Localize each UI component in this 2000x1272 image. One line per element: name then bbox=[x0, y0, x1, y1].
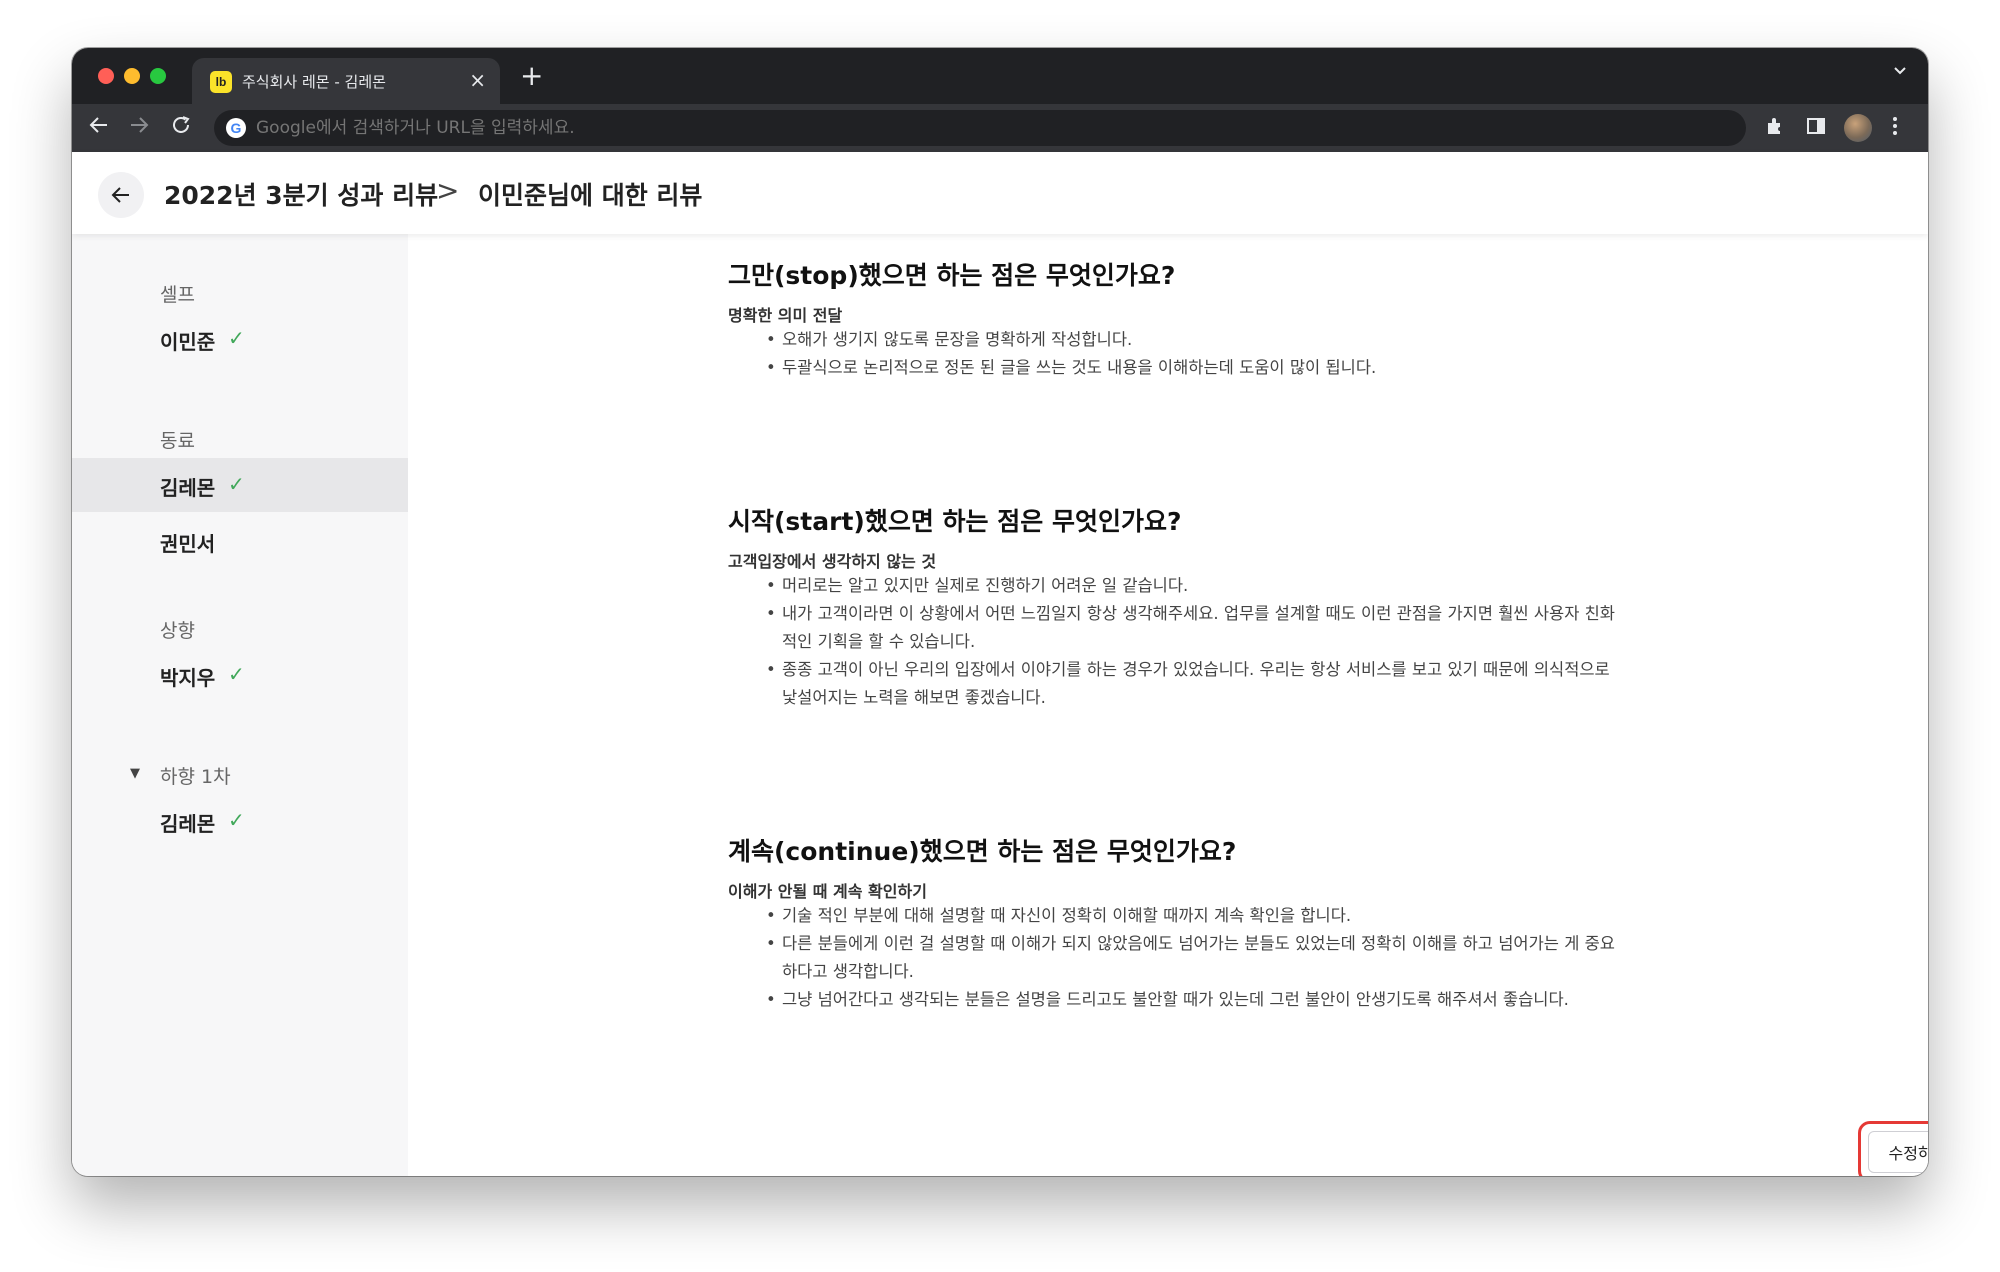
list-item: • 종종 고객이 아닌 우리의 입장에서 이야기를 하는 경우가 있었습니다. 우… bbox=[766, 660, 1610, 707]
chevron-down-icon[interactable] bbox=[1892, 62, 1908, 83]
back-arrow-icon bbox=[111, 187, 129, 203]
sidebar-item-upward-reviewer[interactable]: 박지우 ✓ bbox=[72, 648, 408, 702]
page-header: 2022년 3분기 성과 리뷰 > 이민준님에 대한 리뷰 bbox=[72, 152, 1928, 234]
browser-tab[interactable]: lb 주식회사 레몬 - 김레몬 × bbox=[192, 58, 500, 104]
back-button[interactable] bbox=[98, 172, 144, 218]
close-window-button[interactable] bbox=[98, 68, 114, 84]
extensions-icon[interactable] bbox=[1764, 116, 1784, 141]
list-item: • 두괄식으로 논리적으로 정돈 된 글을 쓰는 것도 내용을 이해하는데 도움이… bbox=[766, 358, 1377, 377]
address-input[interactable] bbox=[256, 110, 1656, 146]
check-icon: ✓ bbox=[228, 472, 245, 496]
browser-window: lb 주식회사 레몬 - 김레몬 × + G Google에서 검색하거나 UR… bbox=[72, 48, 1928, 1176]
list-item: • 다른 분들에게 이런 걸 설명할 때 이해가 되지 않았음에도 넘어가는 분들… bbox=[766, 934, 1615, 981]
new-tab-icon[interactable]: + bbox=[520, 62, 543, 90]
sidebar-item-downward-reviewer[interactable]: 김레몬 ✓ bbox=[72, 794, 408, 848]
address-bar[interactable]: G bbox=[214, 110, 1746, 146]
check-icon: ✓ bbox=[228, 326, 245, 350]
group-label-downward[interactable]: 하향 1차 bbox=[160, 762, 231, 789]
sidebar-item-self-reviewer[interactable]: 이민준 ✓ bbox=[72, 312, 408, 366]
answer-bullets: • 기술 적인 부분에 대해 설명할 때 자신이 정확히 이해할 때까지 계속 확… bbox=[728, 902, 1628, 1014]
reviewer-name: 김레몬 bbox=[160, 812, 216, 836]
group-label-peer: 동료 bbox=[160, 430, 195, 452]
breadcrumb-root[interactable]: 2022년 3분기 성과 리뷰 bbox=[164, 176, 438, 212]
list-item: • 내가 고객이라면 이 상황에서 어떤 느낌일지 항상 생각해주세요. 업무를 … bbox=[766, 604, 1615, 651]
question-title-start: 시작(start)했으면 하는 점은 무엇인가요? bbox=[728, 507, 1182, 536]
list-item: • 머리로는 알고 있지만 실제로 진행하기 어려운 일 같습니다. bbox=[766, 576, 1189, 595]
minimize-window-button[interactable] bbox=[124, 68, 140, 84]
google-icon: G bbox=[226, 118, 246, 138]
check-icon: ✓ bbox=[228, 662, 245, 686]
list-item: • 그냥 넘어간다고 생각되는 분들은 설명을 드리고도 불안할 때가 있는데 그… bbox=[766, 990, 1569, 1009]
sidebar-item-peer-reviewer-active[interactable]: 김레몬 ✓ bbox=[72, 458, 408, 512]
browser-toolbar: G bbox=[72, 104, 1928, 152]
side-panel-icon[interactable] bbox=[1806, 116, 1826, 141]
reviewer-name: 김레몬 bbox=[160, 476, 216, 500]
reviewer-name: 권민서 bbox=[160, 532, 216, 556]
list-item: • 오해가 생기지 않도록 문장을 명확하게 작성합니다. bbox=[766, 330, 1133, 349]
breadcrumb-current: 이민준님에 대한 리뷰 bbox=[478, 181, 703, 210]
favicon-icon: lb bbox=[210, 71, 232, 93]
answer-bullets: • 오해가 생기지 않도록 문장을 명확하게 작성합니다. • 두괄식으로 논리적으… bbox=[728, 326, 1628, 382]
close-tab-icon[interactable]: × bbox=[469, 68, 486, 92]
group-label-upward: 상향 bbox=[160, 620, 195, 642]
answer-bullets: • 머리로는 알고 있지만 실제로 진행하기 어려운 일 같습니다. • 내가 고객… bbox=[728, 572, 1628, 712]
more-menu-icon[interactable] bbox=[1892, 116, 1898, 141]
group-label-self: 셀프 bbox=[160, 284, 195, 306]
tab-title: 주식회사 레몬 - 김레몬 bbox=[242, 73, 386, 91]
caret-down-icon[interactable]: ▼ bbox=[130, 766, 140, 781]
profile-avatar[interactable] bbox=[1844, 114, 1872, 142]
reviewer-sidebar: 셀프 이민준 ✓ 동료 김레몬 ✓ 권민서 상향 박지우 ✓ ▼ 하향 1차 김… bbox=[72, 234, 408, 1176]
breadcrumb-separator-icon: > bbox=[436, 174, 460, 207]
sidebar-item-peer-reviewer[interactable]: 권민서 bbox=[72, 514, 408, 568]
reviewer-name: 이민준 bbox=[160, 330, 216, 354]
tab-bar: lb 주식회사 레몬 - 김레몬 × + bbox=[72, 48, 1928, 104]
answer-subtitle: 명확한 의미 전달 bbox=[728, 306, 843, 325]
check-icon: ✓ bbox=[228, 808, 245, 832]
edit-button[interactable]: 수정하기 bbox=[1868, 1131, 1928, 1173]
reviewer-name: 박지우 bbox=[160, 666, 216, 690]
reload-icon[interactable] bbox=[170, 114, 192, 141]
answer-subtitle: 고객입장에서 생각하지 않는 것 bbox=[728, 552, 937, 571]
answer-subtitle: 이해가 안될 때 계속 확인하기 bbox=[728, 882, 927, 901]
back-arrow-icon[interactable] bbox=[88, 114, 110, 141]
question-title-continue: 계속(continue)했으면 하는 점은 무엇인가요? bbox=[728, 837, 1237, 866]
review-content: 그만(stop)했으면 하는 점은 무엇인가요? 명확한 의미 전달 • 오해가 … bbox=[408, 234, 1928, 1176]
question-title-stop: 그만(stop)했으면 하는 점은 무엇인가요? bbox=[728, 261, 1176, 290]
list-item: • 기술 적인 부분에 대해 설명할 때 자신이 정확히 이해할 때까지 계속 확… bbox=[766, 906, 1352, 925]
forward-arrow-icon[interactable] bbox=[128, 114, 150, 141]
zoom-window-button[interactable] bbox=[150, 68, 166, 84]
